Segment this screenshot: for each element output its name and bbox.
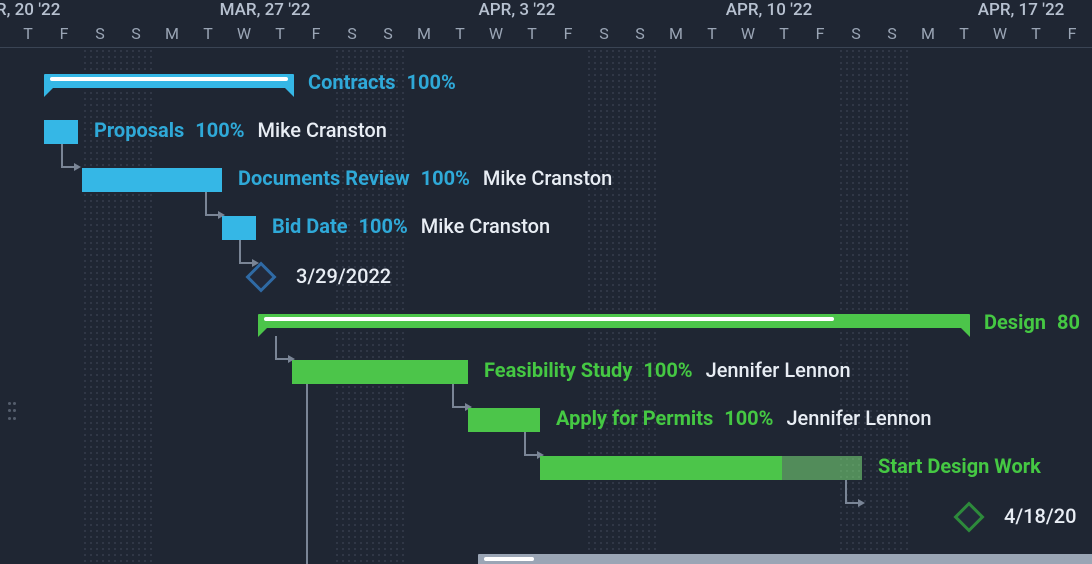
day-label: F	[564, 24, 573, 43]
task-assignee: Jennifer Lennon	[706, 358, 851, 382]
day-label: M	[921, 24, 935, 43]
group-name: Pro	[1060, 550, 1091, 564]
task-name: Start Design Work	[878, 454, 1041, 478]
day-label: M	[165, 24, 179, 43]
timeline-week-labels: MAR, 20 '22 MAR, 27 '22 APR, 3 '22 APR, …	[0, 0, 1092, 22]
day-label: T	[455, 24, 465, 43]
task-bar-remaining	[782, 456, 863, 480]
task-bar-fill	[468, 408, 540, 432]
day-label: T	[275, 24, 285, 43]
group-pct: 80	[1057, 310, 1080, 334]
day-label: F	[60, 24, 69, 43]
group-design[interactable]: Design 80	[0, 300, 1092, 348]
day-label: T	[779, 24, 789, 43]
day-label: W	[993, 24, 1007, 43]
task-pct: 100%	[195, 118, 244, 142]
task-assignee: Jennifer Lennon	[786, 406, 931, 430]
day-label: T	[203, 24, 213, 43]
group-bar[interactable]	[478, 554, 1092, 564]
group-name: Design	[984, 310, 1046, 334]
day-label: S	[383, 24, 393, 43]
task-pct: 100%	[643, 358, 692, 382]
task-bar[interactable]	[468, 408, 540, 432]
group-name: Contracts	[308, 70, 396, 94]
day-label: S	[887, 24, 897, 43]
day-label: W	[237, 24, 251, 43]
week-label: APR, 17 '22	[978, 0, 1065, 20]
day-label: S	[347, 24, 357, 43]
milestone-3-29[interactable]: 3/29/2022	[0, 252, 1092, 300]
day-label: M	[417, 24, 431, 43]
task-bar[interactable]	[292, 360, 468, 384]
task-bar[interactable]	[44, 120, 78, 144]
progress-inner	[50, 77, 288, 81]
milestone-icon[interactable]	[245, 261, 276, 292]
progress-inner	[264, 317, 834, 321]
group-pct: 100%	[407, 70, 456, 94]
task-name: Apply for Permits	[556, 406, 713, 430]
milestone-label: 4/18/20	[1004, 504, 1076, 528]
day-label: T	[23, 24, 33, 43]
day-label: S	[95, 24, 105, 43]
task-pct: 100%	[359, 214, 408, 238]
timeline-day-labels: W T F S S M T W T F S S M T W T F S S M …	[0, 22, 1092, 48]
task-bar[interactable]	[82, 168, 222, 192]
day-label: M	[669, 24, 683, 43]
task-bar-fill	[44, 120, 78, 144]
day-label: F	[1068, 24, 1077, 43]
week-label: APR, 10 '22	[726, 0, 813, 20]
group-bar[interactable]	[44, 74, 294, 88]
task-bid-date[interactable]: Bid Date 100% Mike Cranston	[0, 204, 1092, 252]
task-bar-fill	[292, 360, 468, 384]
day-label: S	[851, 24, 861, 43]
task-bar[interactable]	[540, 456, 862, 480]
day-label: T	[707, 24, 717, 43]
day-label: W	[489, 24, 503, 43]
task-name: Bid Date	[272, 214, 348, 238]
task-name: Documents Review	[238, 166, 410, 190]
task-bar-fill	[540, 456, 782, 480]
group-bar[interactable]	[258, 314, 970, 328]
task-bar-fill	[82, 168, 222, 192]
day-label: T	[527, 24, 537, 43]
progress-inner	[484, 557, 534, 561]
gantt-chart[interactable]: MAR, 20 '22 MAR, 27 '22 APR, 3 '22 APR, …	[0, 0, 1092, 564]
day-label: S	[635, 24, 645, 43]
task-start-design-work[interactable]: Start Design Work	[0, 444, 1092, 492]
task-documents-review[interactable]: Documents Review 100% Mike Cranston	[0, 156, 1092, 204]
task-pct: 100%	[421, 166, 470, 190]
task-bar-fill	[222, 216, 256, 240]
drag-handle-icon[interactable]	[8, 402, 18, 422]
task-feasibility-study[interactable]: Feasibility Study 100% Jennifer Lennon	[0, 348, 1092, 396]
group-contracts[interactable]: Contracts 100%	[0, 60, 1092, 108]
task-pct: 100%	[724, 406, 773, 430]
day-label: F	[312, 24, 321, 43]
task-name: Feasibility Study	[484, 358, 632, 382]
milestone-label: 3/29/2022	[296, 264, 391, 288]
task-proposals[interactable]: Proposals 100% Mike Cranston	[0, 108, 1092, 156]
task-assignee: Mike Cranston	[421, 214, 550, 238]
week-label: APR, 3 '22	[479, 0, 556, 20]
day-label: T	[1031, 24, 1041, 43]
task-assignee: Mike Cranston	[257, 118, 386, 142]
day-label: S	[131, 24, 141, 43]
week-label: MAR, 27 '22	[220, 0, 311, 20]
task-bar[interactable]	[222, 216, 256, 240]
gantt-rows: Contracts 100% Proposals 100% Mike Crans…	[0, 48, 1092, 564]
milestone-icon[interactable]	[953, 501, 984, 532]
task-apply-permits[interactable]: Apply for Permits 100% Jennifer Lennon	[0, 396, 1092, 444]
day-label: F	[816, 24, 825, 43]
day-label: W	[741, 24, 755, 43]
day-label: S	[599, 24, 609, 43]
task-name: Proposals	[94, 118, 184, 142]
group-pro[interactable]: Pro	[0, 540, 1092, 564]
milestone-4-18[interactable]: 4/18/20	[0, 492, 1092, 540]
task-assignee: Mike Cranston	[483, 166, 612, 190]
day-label: T	[959, 24, 969, 43]
